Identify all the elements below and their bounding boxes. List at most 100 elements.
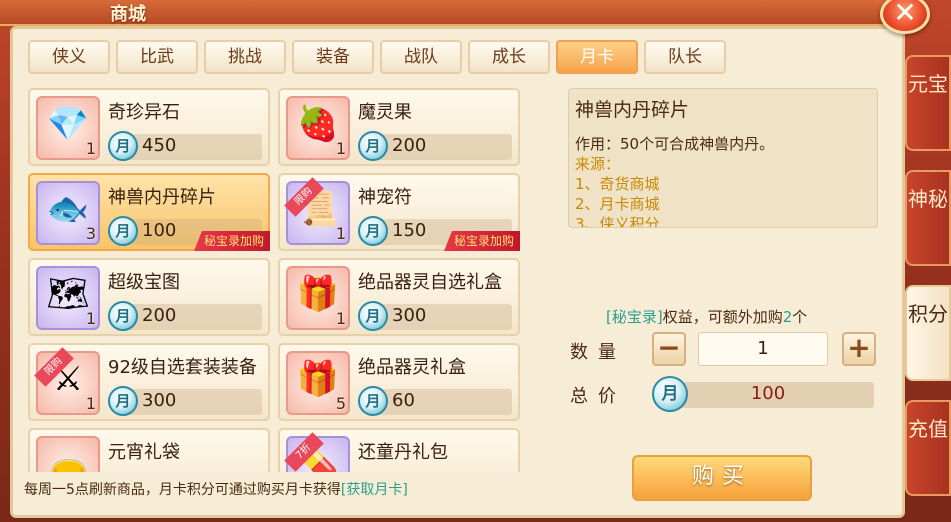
moon-coin-icon: 月: [108, 386, 138, 416]
item-count: 1: [85, 309, 96, 328]
moon-coin-icon: 月: [358, 386, 388, 416]
detail-effect: 作用：50个可合成神兽内丹。: [575, 135, 775, 153]
item-card-selected[interactable]: 🐟 3 神兽内丹碎片 月 100 秘宝录加购: [28, 173, 270, 251]
item-icon-frame: 👝: [36, 436, 100, 472]
mibaolu-tag: 秘宝录加购: [443, 231, 520, 251]
item-icon-frame: 🎁 5: [286, 351, 350, 415]
tab-zhandui[interactable]: 战队: [380, 40, 462, 74]
quantity-input[interactable]: 1: [698, 332, 828, 366]
item-price: 150: [392, 220, 427, 241]
item-card[interactable]: ⚔ 限购 1 92级自选套装装备 月 300: [28, 343, 270, 421]
detail-title: 神兽内丹碎片: [575, 99, 690, 121]
moon-coin-icon: 月: [108, 301, 138, 331]
item-name: 魔灵果: [358, 102, 412, 123]
item-icon-frame: 💊 7折: [284, 432, 350, 472]
item-name: 还童丹礼包: [358, 442, 448, 463]
item-count: 1: [335, 224, 346, 243]
item-card[interactable]: 🍓 1 魔灵果 月 200: [278, 88, 520, 166]
item-count: 1: [85, 394, 96, 413]
item-icon-frame: 🐟 3: [36, 181, 100, 245]
quantity-label: 数量: [570, 342, 626, 363]
item-icon-frame: 🗺 1: [36, 266, 100, 330]
page-title: 商城: [110, 4, 146, 25]
fruit-icon: 🍓: [296, 104, 340, 144]
item-grid[interactable]: 💎 1 奇珍异石 月 450 🍓 1 魔灵果 月 200 🐟 3 神兽内丹碎片 …: [28, 88, 522, 472]
get-monthly-card-link[interactable]: [获取月卡]: [341, 482, 408, 498]
side-tab-jifen[interactable]: 积分: [905, 285, 951, 381]
item-detail-panel[interactable]: 神兽内丹碎片 作用：50个可合成神兽内丹。 来源： 1、奇货商城 2、月卡商城 …: [568, 88, 878, 228]
item-card[interactable]: 👝 元宵礼袋: [28, 428, 270, 472]
item-icon-frame: 💎 1: [36, 96, 100, 160]
item-price: 200: [142, 305, 177, 326]
item-price: 200: [392, 135, 427, 156]
blue-gift-icon: 🎁: [296, 359, 340, 399]
item-card[interactable]: 💎 1 奇珍异石 月 450: [28, 88, 270, 166]
moon-coin-icon: 月: [358, 131, 388, 161]
privilege-middle: 权益，可额外加购: [662, 308, 783, 326]
moon-coin-icon: 月: [358, 301, 388, 331]
gift-box-icon: 🎁: [296, 274, 340, 314]
tab-zhuangbei[interactable]: 装备: [292, 40, 374, 74]
privilege-prefix: [秘宝录]: [606, 308, 663, 326]
item-card[interactable]: 🎁 5 绝品器灵礼盒 月 60: [278, 343, 520, 421]
item-price: 60: [392, 390, 415, 411]
scroll-map-icon: 🗺: [46, 274, 90, 314]
item-name: 奇珍异石: [108, 102, 180, 123]
total-value: 100: [750, 383, 786, 404]
tab-biwu[interactable]: 比武: [116, 40, 198, 74]
item-price: 450: [142, 135, 177, 156]
item-price: 300: [392, 305, 427, 326]
tab-chengzhang[interactable]: 成长: [468, 40, 550, 74]
footer-text: 每周一5点刷新商品，月卡积分可通过购买月卡获得: [24, 482, 341, 498]
minus-button[interactable]: −: [652, 332, 686, 366]
item-card[interactable]: 💊 7折 还童丹礼包: [278, 428, 520, 472]
side-tab-chongzhi[interactable]: 充值: [905, 400, 951, 496]
item-count: 1: [85, 139, 96, 158]
title-bar: 商城: [0, 0, 920, 26]
item-count: 1: [335, 309, 346, 328]
item-icon-frame: 🎁 1: [286, 266, 350, 330]
item-name: 92级自选套装装备: [108, 357, 257, 378]
privilege-suffix: 个: [792, 308, 808, 326]
detail-source-item: 3、侠义积分: [575, 215, 660, 228]
footer-note: 每周一5点刷新商品，月卡积分可通过购买月卡获得[获取月卡]: [24, 479, 408, 499]
item-count: 5: [335, 394, 346, 413]
item-price: 300: [142, 390, 177, 411]
side-tab-shenmi[interactable]: 神秘: [905, 170, 951, 266]
moon-coin-icon: 月: [108, 216, 138, 246]
crystal-icon: 💎: [46, 104, 90, 144]
item-icon-frame: ⚔ 限购 1: [34, 347, 100, 415]
item-name: 超级宝图: [108, 272, 180, 293]
bag-icon: 👝: [46, 444, 90, 472]
item-icon-frame: 🍓 1: [286, 96, 350, 160]
detail-source-item: 1、奇货商城: [575, 175, 660, 193]
tab-tiaozhan[interactable]: 挑战: [204, 40, 286, 74]
tab-duizhang[interactable]: 队长: [644, 40, 726, 74]
detail-source-label: 来源：: [575, 155, 621, 173]
close-icon: ✕: [893, 0, 917, 29]
item-name: 神兽内丹碎片: [108, 187, 216, 208]
minus-icon: −: [657, 331, 681, 364]
tab-xiayi[interactable]: 侠义: [28, 40, 110, 74]
item-count: 1: [335, 139, 346, 158]
detail-source-item: 2、月卡商城: [575, 195, 660, 213]
plus-button[interactable]: +: [842, 332, 876, 366]
buy-button[interactable]: 购买: [632, 455, 812, 501]
item-count: 3: [85, 224, 96, 243]
item-name: 绝品器灵自选礼盒: [358, 272, 502, 293]
side-tab-yuanbao[interactable]: 元宝: [905, 55, 951, 151]
moon-coin-icon: 月: [358, 216, 388, 246]
moon-coin-icon: 月: [108, 131, 138, 161]
item-card[interactable]: 🗺 1 超级宝图 月 200: [28, 258, 270, 336]
privilege-note: [秘宝录]权益，可额外加购2个: [606, 306, 807, 327]
fish-icon: 🐟: [46, 189, 90, 229]
item-name: 元宵礼袋: [108, 442, 180, 463]
item-name: 绝品器灵礼盒: [358, 357, 466, 378]
plus-icon: +: [847, 331, 871, 364]
tab-yueka[interactable]: 月卡: [556, 40, 638, 74]
item-price: 100: [142, 220, 177, 241]
item-name: 神宠符: [358, 187, 412, 208]
privilege-count: 2: [782, 308, 793, 326]
item-card[interactable]: 🎁 1 绝品器灵自选礼盒 月 300: [278, 258, 520, 336]
item-card[interactable]: 📜 限购 1 神宠符 月 150 秘宝录加购: [278, 173, 520, 251]
